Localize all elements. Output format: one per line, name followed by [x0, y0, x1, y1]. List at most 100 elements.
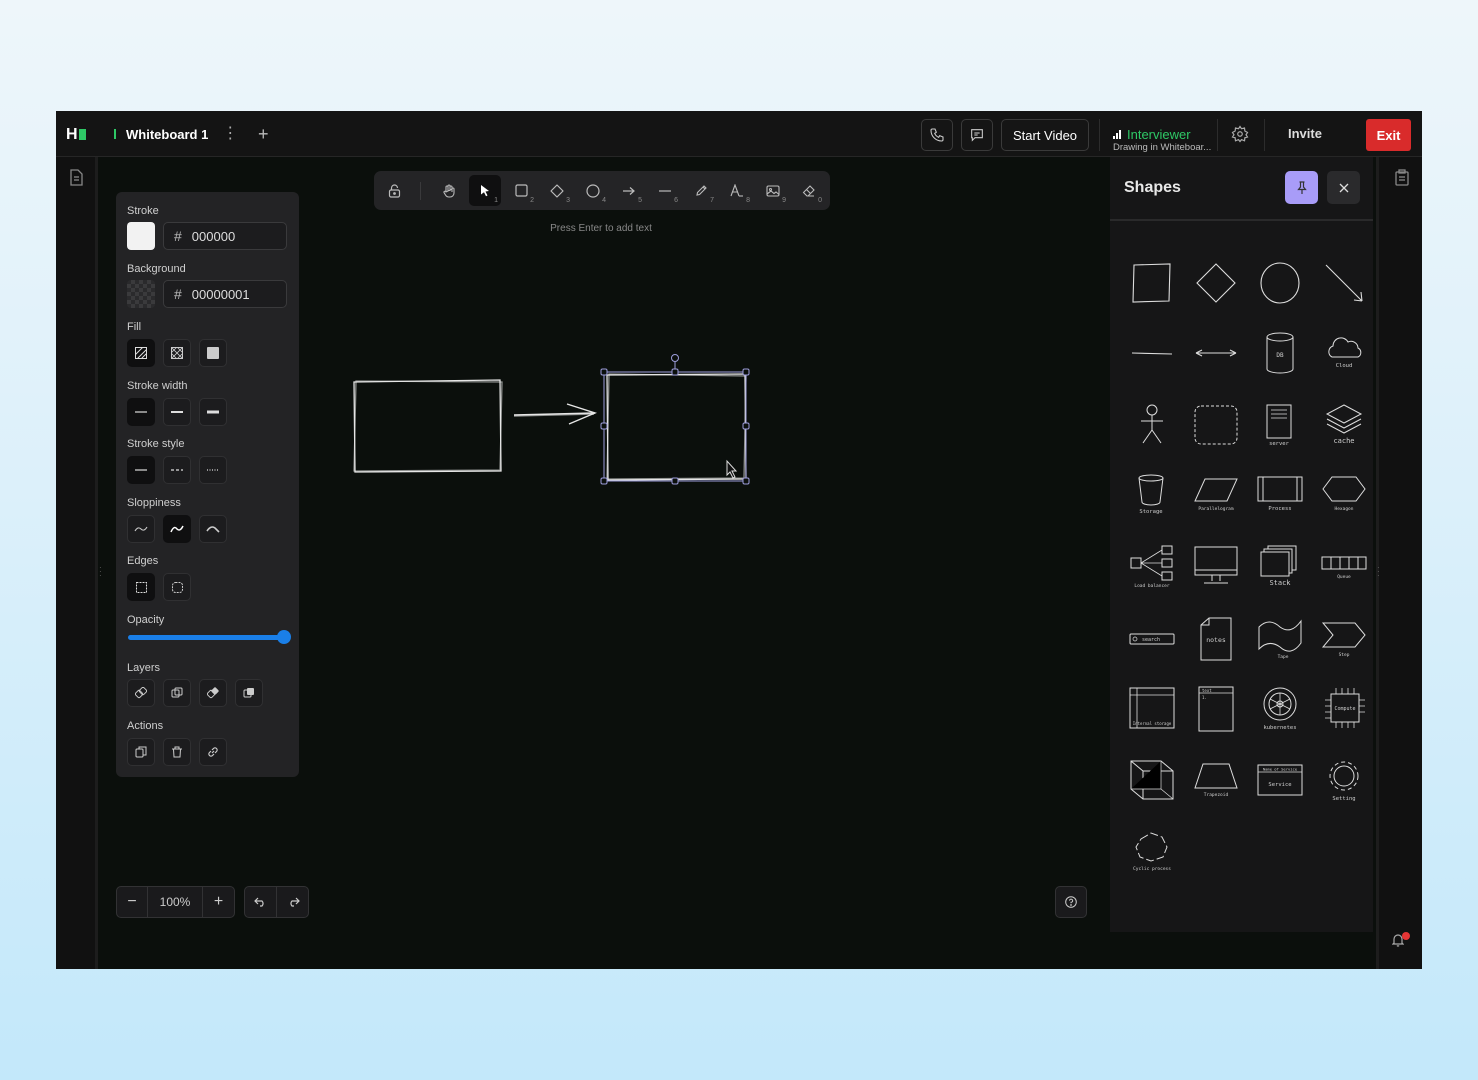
parallelogram-shape[interactable]: Parallelogram [1188, 467, 1244, 523]
drawn-arrow[interactable] [513, 403, 598, 425]
drawn-rectangle-1[interactable] [353, 379, 503, 473]
call-button[interactable] [921, 119, 953, 151]
edges-sharp-button[interactable] [127, 573, 155, 601]
arrow-shape[interactable] [1316, 255, 1372, 311]
undo-button[interactable] [245, 887, 277, 917]
opacity-slider-thumb[interactable] [277, 630, 291, 644]
step-shape[interactable]: Step [1316, 611, 1372, 667]
fill-crosshatch-button[interactable] [163, 339, 191, 367]
zoom-in-button[interactable]: + [203, 887, 234, 917]
background-hex-input[interactable]: # 00000001 [163, 280, 287, 308]
trapezoid-shape[interactable]: Trapezoid [1188, 752, 1244, 808]
text-tool-button[interactable]: 8 [721, 175, 753, 206]
arrow-tool-button[interactable]: 5 [613, 175, 645, 206]
duplicate-button[interactable] [127, 738, 155, 766]
drawn-rectangle-2[interactable] [606, 373, 747, 481]
line-shape[interactable] [1124, 325, 1180, 381]
stroke-style-solid-button[interactable] [127, 456, 155, 484]
sloppiness-artist-button[interactable] [163, 515, 191, 543]
stroke-width-thin-button[interactable] [127, 398, 155, 426]
hexagon-shape[interactable]: Hexagon [1316, 467, 1372, 523]
load-balancer-shape[interactable]: Load balancer [1124, 538, 1180, 594]
service-shape[interactable]: Name of Service Service [1252, 752, 1308, 808]
invite-button[interactable]: Invite [1288, 126, 1322, 141]
eraser-tool-button[interactable]: 0 [793, 175, 825, 206]
stroke-hex-input[interactable]: # 000000 [163, 222, 287, 250]
gear-icon[interactable] [1231, 125, 1249, 148]
sloppiness-cartoonist-button[interactable] [199, 515, 227, 543]
storage-shape[interactable]: Storage [1124, 467, 1180, 523]
stroke-width-extra-bold-button[interactable] [199, 398, 227, 426]
diamond-shape[interactable] [1188, 255, 1244, 311]
image-tool-button[interactable]: 9 [757, 175, 789, 206]
send-to-back-button[interactable] [127, 679, 155, 707]
zoom-out-button[interactable]: − [117, 887, 148, 917]
actor-shape[interactable] [1124, 397, 1180, 453]
pin-panel-button[interactable] [1285, 171, 1318, 204]
right-resize-handle-icon[interactable]: · · · [1377, 564, 1380, 580]
text-box-shape[interactable]: text 1. [1188, 681, 1244, 737]
double-arrow-shape[interactable] [1188, 325, 1244, 381]
stack-shape[interactable]: Stack [1252, 538, 1308, 594]
kubernetes-shape[interactable]: kubernetes [1252, 681, 1308, 737]
process-shape[interactable]: Process [1252, 467, 1308, 523]
close-panel-button[interactable] [1327, 171, 1360, 204]
queue-shape[interactable]: Queue [1316, 538, 1372, 594]
server-shape[interactable]: server [1252, 397, 1308, 453]
delete-button[interactable] [163, 738, 191, 766]
start-video-button[interactable]: Start Video [1001, 119, 1089, 151]
sloppiness-architect-button[interactable] [127, 515, 155, 543]
stroke-style-dashed-button[interactable] [163, 456, 191, 484]
redo-button[interactable] [277, 887, 309, 917]
background-color-swatch[interactable] [127, 280, 155, 308]
bring-to-front-button[interactable] [235, 679, 263, 707]
exit-button[interactable]: Exit [1366, 119, 1411, 151]
chat-button[interactable] [961, 119, 993, 151]
cube-shape[interactable] [1124, 752, 1180, 808]
pencil-tool-button[interactable]: 7 [685, 175, 717, 206]
rectangle-tool-button[interactable]: 2 [505, 175, 537, 206]
stroke-color-swatch[interactable] [127, 222, 155, 250]
monitor-shape[interactable] [1188, 538, 1244, 594]
kebab-menu-icon[interactable]: ⋮ [222, 126, 238, 142]
compute-shape[interactable]: Compute [1316, 681, 1372, 737]
edges-round-button[interactable] [163, 573, 191, 601]
send-backward-button[interactable] [163, 679, 191, 707]
diamond-tool-button[interactable]: 3 [541, 175, 573, 206]
stroke-width-bold-button[interactable] [163, 398, 191, 426]
stroke-style-dotted-button[interactable] [199, 456, 227, 484]
internal-storage-shape[interactable]: Internal storage [1124, 681, 1180, 737]
setting-shape[interactable]: Setting [1316, 752, 1372, 808]
square-shape[interactable] [1124, 255, 1180, 311]
lock-icon [388, 183, 400, 198]
help-button[interactable] [1055, 886, 1087, 918]
cache-shape[interactable]: cache [1316, 397, 1372, 453]
fill-solid-button[interactable] [199, 339, 227, 367]
app-logo[interactable]: H [66, 126, 86, 143]
bring-forward-button[interactable] [199, 679, 227, 707]
link-button[interactable] [199, 738, 227, 766]
clipboard-icon[interactable] [1395, 169, 1409, 191]
opacity-slider-track[interactable] [128, 635, 286, 640]
add-tab-icon[interactable]: + [258, 123, 269, 145]
ellipse-tool-button[interactable]: 4 [577, 175, 609, 206]
line-tool-button[interactable]: 6 [649, 175, 681, 206]
left-resize-handle-icon[interactable]: · · · [99, 564, 102, 580]
cloud-shape[interactable]: Cloud [1316, 325, 1372, 381]
search-bar-shape[interactable]: search [1124, 611, 1180, 667]
toolbar-hint: Press Enter to add text [550, 223, 652, 234]
circle-shape[interactable] [1252, 255, 1308, 311]
hand-tool-button[interactable] [433, 175, 465, 206]
lock-tool-button[interactable] [378, 175, 410, 206]
notes-shape[interactable]: notes [1188, 611, 1244, 667]
selection-tool-button[interactable]: 1 [469, 175, 501, 206]
tab-whiteboard[interactable]: Whiteboard 1 ⋮ [114, 123, 238, 145]
solid-fill-icon [207, 347, 219, 359]
database-shape[interactable]: DB [1252, 325, 1308, 381]
fill-hachure-button[interactable] [127, 339, 155, 367]
tape-shape[interactable]: Tape [1252, 611, 1308, 667]
document-icon[interactable] [69, 169, 84, 191]
dashed-box-shape[interactable] [1188, 397, 1244, 453]
cyclic-process-shape[interactable]: Cyclic process [1124, 823, 1180, 879]
zoom-level[interactable]: 100% [148, 887, 203, 917]
